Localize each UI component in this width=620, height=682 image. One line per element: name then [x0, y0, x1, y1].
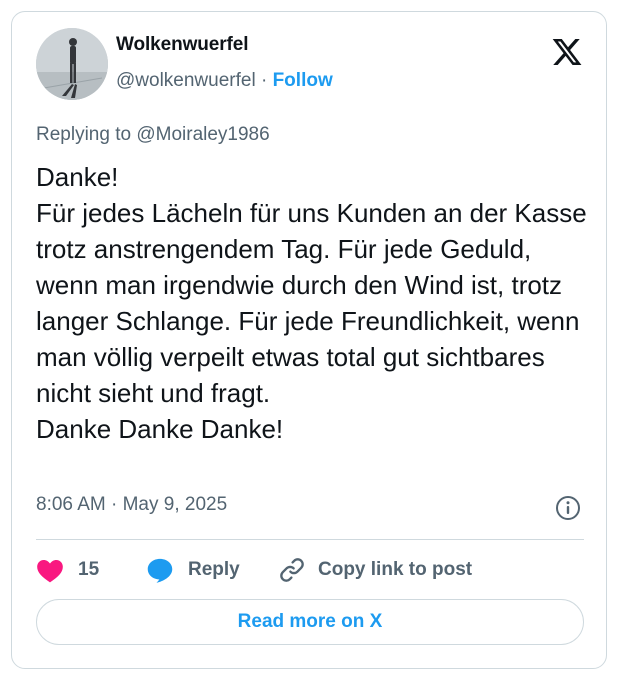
copy-link-label: Copy link to post — [318, 559, 473, 580]
avatar-image — [36, 28, 108, 100]
post-text: Danke! Für jedes Lächeln für uns Kunden … — [36, 162, 587, 444]
reply-button[interactable]: Reply — [146, 554, 240, 586]
embedded-post-card: Wolkenwuerfel @wolkenwuerfel · Follow Re… — [11, 11, 607, 669]
divider — [36, 539, 584, 540]
info-icon[interactable] — [555, 495, 581, 521]
separator-dot: · — [260, 70, 268, 91]
replying-to[interactable]: Replying to @Moiraley1986 — [36, 124, 270, 146]
post-timestamp[interactable]: 8:06 AM · May 9, 2025 — [36, 494, 227, 516]
follow-link[interactable]: Follow — [273, 70, 333, 91]
read-more-button[interactable]: Read more on X — [36, 599, 584, 645]
heart-icon — [37, 559, 63, 583]
reply-label: Reply — [188, 559, 240, 580]
author-display-name[interactable]: Wolkenwuerfel — [116, 34, 249, 56]
copy-link-button[interactable]: Copy link to post — [278, 554, 472, 586]
reply-bubble-icon — [147, 558, 173, 583]
like-button[interactable]: 15 — [36, 554, 99, 586]
like-count: 15 — [78, 559, 100, 580]
x-logo-icon[interactable] — [550, 36, 584, 68]
link-icon — [280, 558, 304, 582]
avatar[interactable] — [36, 28, 108, 100]
author-handle[interactable]: @wolkenwuerfel — [116, 70, 256, 91]
author-handle-row: @wolkenwuerfel · Follow — [116, 70, 333, 92]
